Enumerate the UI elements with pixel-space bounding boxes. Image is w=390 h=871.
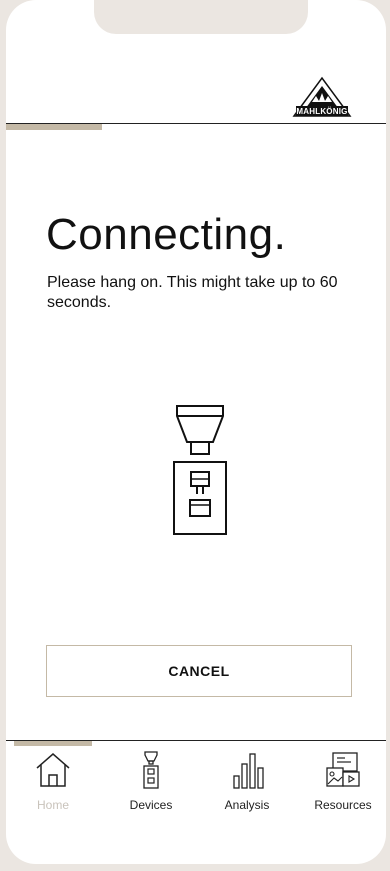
grinder-illustration-icon	[173, 405, 227, 535]
phone-screen: MAHLKÖNIG Connecting. Please hang on. Th…	[6, 0, 386, 864]
tab-devices[interactable]: Devices	[106, 748, 196, 828]
cancel-button[interactable]: CANCEL	[46, 645, 352, 697]
tab-analysis[interactable]: Analysis	[202, 748, 292, 828]
logo-wordmark: MAHLKÖNIG	[296, 107, 348, 116]
status-message: Please hang on. This might take up to 60…	[47, 274, 338, 311]
mahlkonig-logo: MAHLKÖNIG	[290, 72, 354, 120]
header-accent-bar	[6, 124, 102, 130]
home-icon	[36, 753, 70, 787]
bar-chart-icon	[233, 753, 264, 789]
tab-home[interactable]: Home	[8, 748, 98, 828]
tab-analysis-label: Analysis	[224, 798, 270, 812]
page-title: Connecting.	[46, 210, 287, 259]
tab-resources-label: Resources	[314, 798, 372, 812]
tab-devices-label: Devices	[129, 798, 173, 812]
tabbar-active-indicator	[14, 741, 92, 746]
resources-icon	[326, 752, 360, 787]
tab-resources[interactable]: Resources	[298, 748, 386, 828]
device-notch	[94, 0, 308, 34]
tab-home-label: Home	[36, 798, 69, 812]
grinder-icon	[143, 751, 159, 789]
